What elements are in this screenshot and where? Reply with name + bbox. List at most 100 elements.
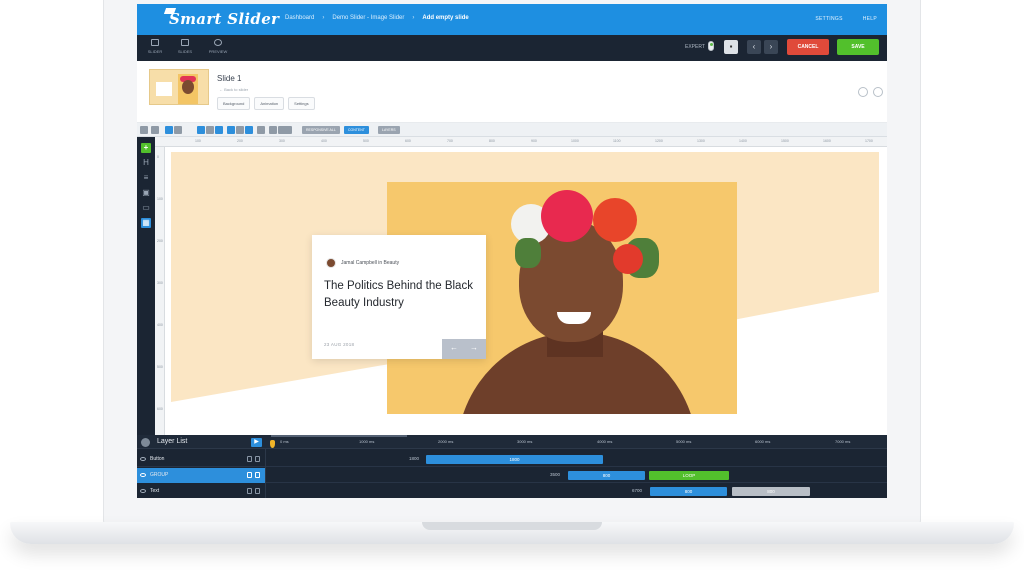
card-title[interactable]: The Politics Behind the Black Beauty Ind… <box>324 278 474 312</box>
save-button[interactable]: SAVE <box>837 39 879 55</box>
layer-name-cell: Text <box>137 484 265 498</box>
layers-button[interactable]: LAYERS <box>378 126 400 134</box>
zoom-icon[interactable] <box>257 126 265 134</box>
trash-icon[interactable] <box>255 488 260 494</box>
heading-icon[interactable]: H <box>141 158 151 168</box>
add-layer-icon[interactable]: + <box>141 143 151 153</box>
desktop-icon[interactable] <box>140 126 148 134</box>
card-navigation: ← → <box>442 339 486 359</box>
arrow-right-icon[interactable]: → <box>470 343 478 352</box>
ruler-tick: 500 <box>157 365 163 369</box>
layer-name[interactable]: Text <box>150 488 159 494</box>
layer-row-button[interactable]: Button 1800 1800 <box>137 452 887 467</box>
align-left-icon[interactable] <box>165 126 173 134</box>
animation-bar[interactable]: 800 <box>568 471 645 480</box>
tab-slides[interactable]: SLIDES <box>173 39 197 54</box>
duplicate-icon[interactable] <box>247 488 252 494</box>
ruler-tick: 200 <box>157 239 163 243</box>
ruler-top: 100 200 300 400 500 600 700 800 900 1000… <box>155 137 887 147</box>
slide-title[interactable]: Slide 1 <box>217 74 241 83</box>
layer-actions <box>247 456 261 462</box>
ruler-tick: 1300 <box>697 139 705 143</box>
layer-row-group[interactable]: GROUP 3500 800 LOOP <box>137 468 887 483</box>
snap-icon[interactable] <box>197 126 205 134</box>
author-avatar <box>326 258 336 268</box>
mobile-landscape-icon[interactable] <box>245 126 253 134</box>
article-card[interactable]: Jamal Campbell in Beauty The Politics Be… <box>312 235 486 359</box>
timeline-tick: 1000 ms <box>359 439 375 444</box>
ruler-tick: 400 <box>321 139 327 143</box>
back-to-slider-link[interactable]: ← Back to slider <box>219 87 248 92</box>
breadcrumb-dashboard[interactable]: Dashboard <box>285 15 314 21</box>
animation-out-bar[interactable]: 800 <box>732 487 810 496</box>
responsive-all-button[interactable]: RESPONSIVE ALL <box>302 126 340 134</box>
chevron-left-icon[interactable]: ‹ <box>747 40 761 54</box>
animation-bar[interactable]: 800 <box>650 487 727 496</box>
content-button[interactable]: CONTENT <box>344 126 369 134</box>
tablet-icon[interactable] <box>227 126 235 134</box>
tab-preview-label: PREVIEW <box>208 49 228 54</box>
structure-icon[interactable]: ▦ <box>141 218 151 228</box>
tab-animation[interactable]: Animation <box>254 97 285 110</box>
app-logo[interactable]: Smart Slider <box>169 10 279 28</box>
loop-bar[interactable]: LOOP <box>649 471 729 480</box>
trash-icon[interactable] <box>873 87 883 97</box>
align-center-icon[interactable] <box>174 126 182 134</box>
thumbnail-card <box>156 82 172 96</box>
cancel-button[interactable]: CANCEL <box>787 39 829 55</box>
ruler-tick: 1400 <box>739 139 747 143</box>
play-icon[interactable]: ▶ <box>251 438 262 447</box>
settings-link[interactable]: SETTINGS <box>815 16 842 22</box>
folder-icon[interactable] <box>140 473 146 477</box>
image-icon[interactable]: ▣ <box>141 188 151 198</box>
layer-row-text[interactable]: Text 6700 800 800 <box>137 484 887 498</box>
animation-bar[interactable]: 1800 <box>426 455 603 464</box>
timeline-scrollbar[interactable] <box>271 435 407 437</box>
ruler-icon[interactable] <box>269 126 277 134</box>
chevron-right-icon[interactable]: › <box>764 40 778 54</box>
grid-snap-icon[interactable] <box>206 126 214 134</box>
breadcrumb: Dashboard › Demo Slider - Image Slider ›… <box>285 15 469 21</box>
eye-icon[interactable] <box>140 457 146 461</box>
arrow-left-icon[interactable]: ← <box>450 343 458 352</box>
timeline-header: Layer List ▶ 0 ms 1000 ms 2000 ms 3000 m… <box>137 435 887 449</box>
layers-icon <box>141 438 150 447</box>
expand-icon[interactable] <box>151 126 159 134</box>
slide-thumbnail[interactable] <box>149 69 209 105</box>
playhead-marker[interactable] <box>270 440 275 448</box>
duplicate-icon[interactable] <box>247 472 252 478</box>
button-icon[interactable]: ▭ <box>141 203 151 213</box>
breadcrumb-slider[interactable]: Demo Slider - Image Slider <box>332 15 404 21</box>
tab-background[interactable]: Background <box>217 97 251 110</box>
ruler-tick: 100 <box>195 139 201 143</box>
mobile-icon[interactable] <box>236 126 244 134</box>
ruler-tick: 200 <box>237 139 243 143</box>
layer-name-cell: GROUP <box>137 468 265 483</box>
expert-toggle[interactable] <box>708 41 714 51</box>
layer-name[interactable]: GROUP <box>150 472 168 478</box>
tab-settings[interactable]: Settings <box>288 97 315 110</box>
info-icon[interactable] <box>858 87 868 97</box>
breadcrumb-separator-icon: › <box>322 15 325 21</box>
timeline-tick: 5000 ms <box>676 439 692 444</box>
help-link[interactable]: HELP <box>863 16 877 22</box>
ruler-left: 0 100 200 300 400 500 600 <box>155 147 165 435</box>
timeline-tick: 2000 ms <box>438 439 454 444</box>
trash-icon[interactable] <box>255 456 260 462</box>
tab-slider[interactable]: SLIDER <box>143 39 167 54</box>
timeline-tick: 3000 ms <box>517 439 533 444</box>
guide-icon[interactable] <box>215 126 223 134</box>
trash-icon[interactable] <box>255 472 260 478</box>
eye-icon[interactable] <box>140 489 146 493</box>
bell-icon[interactable]: ▪ <box>724 40 738 54</box>
tab-preview[interactable]: PREVIEW <box>206 39 230 54</box>
card-date: 23 AUG 2018 <box>324 342 355 347</box>
slide-tabs: Background Animation Settings <box>217 97 315 110</box>
editor-toolbar: RESPONSIVE ALL CONTENT LAYERS <box>137 123 887 137</box>
duplicate-icon[interactable] <box>247 456 252 462</box>
text-icon[interactable]: ≡ <box>141 173 151 183</box>
slide-canvas[interactable]: Jamal Campbell in Beauty The Politics Be… <box>171 152 879 428</box>
zoom-value-field[interactable] <box>278 126 292 134</box>
layer-name[interactable]: Button <box>150 456 164 462</box>
tab-slides-label: SLIDES <box>177 49 193 54</box>
